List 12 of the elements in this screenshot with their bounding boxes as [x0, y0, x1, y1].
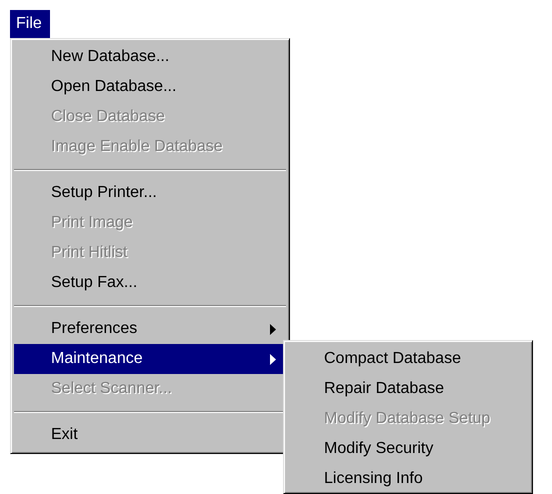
menu-item[interactable]: Repair Database	[287, 374, 529, 404]
menu-item[interactable]: Maintenance	[14, 344, 286, 374]
menu-item[interactable]: Exit	[14, 420, 286, 450]
menu-title[interactable]: File	[10, 10, 50, 38]
menu-item[interactable]: Licensing Info	[287, 464, 529, 494]
menu-item[interactable]: Preferences	[14, 314, 286, 344]
menu-item[interactable]: Setup Printer...	[14, 178, 286, 208]
menu-item[interactable]: Compact Database	[287, 344, 529, 374]
menu-item[interactable]: Modify Security	[287, 434, 529, 464]
menu-item[interactable]: Open Database...	[14, 72, 286, 102]
menu-item[interactable]: Setup Fax...	[14, 268, 286, 298]
menu-item[interactable]: New Database...	[14, 42, 286, 72]
